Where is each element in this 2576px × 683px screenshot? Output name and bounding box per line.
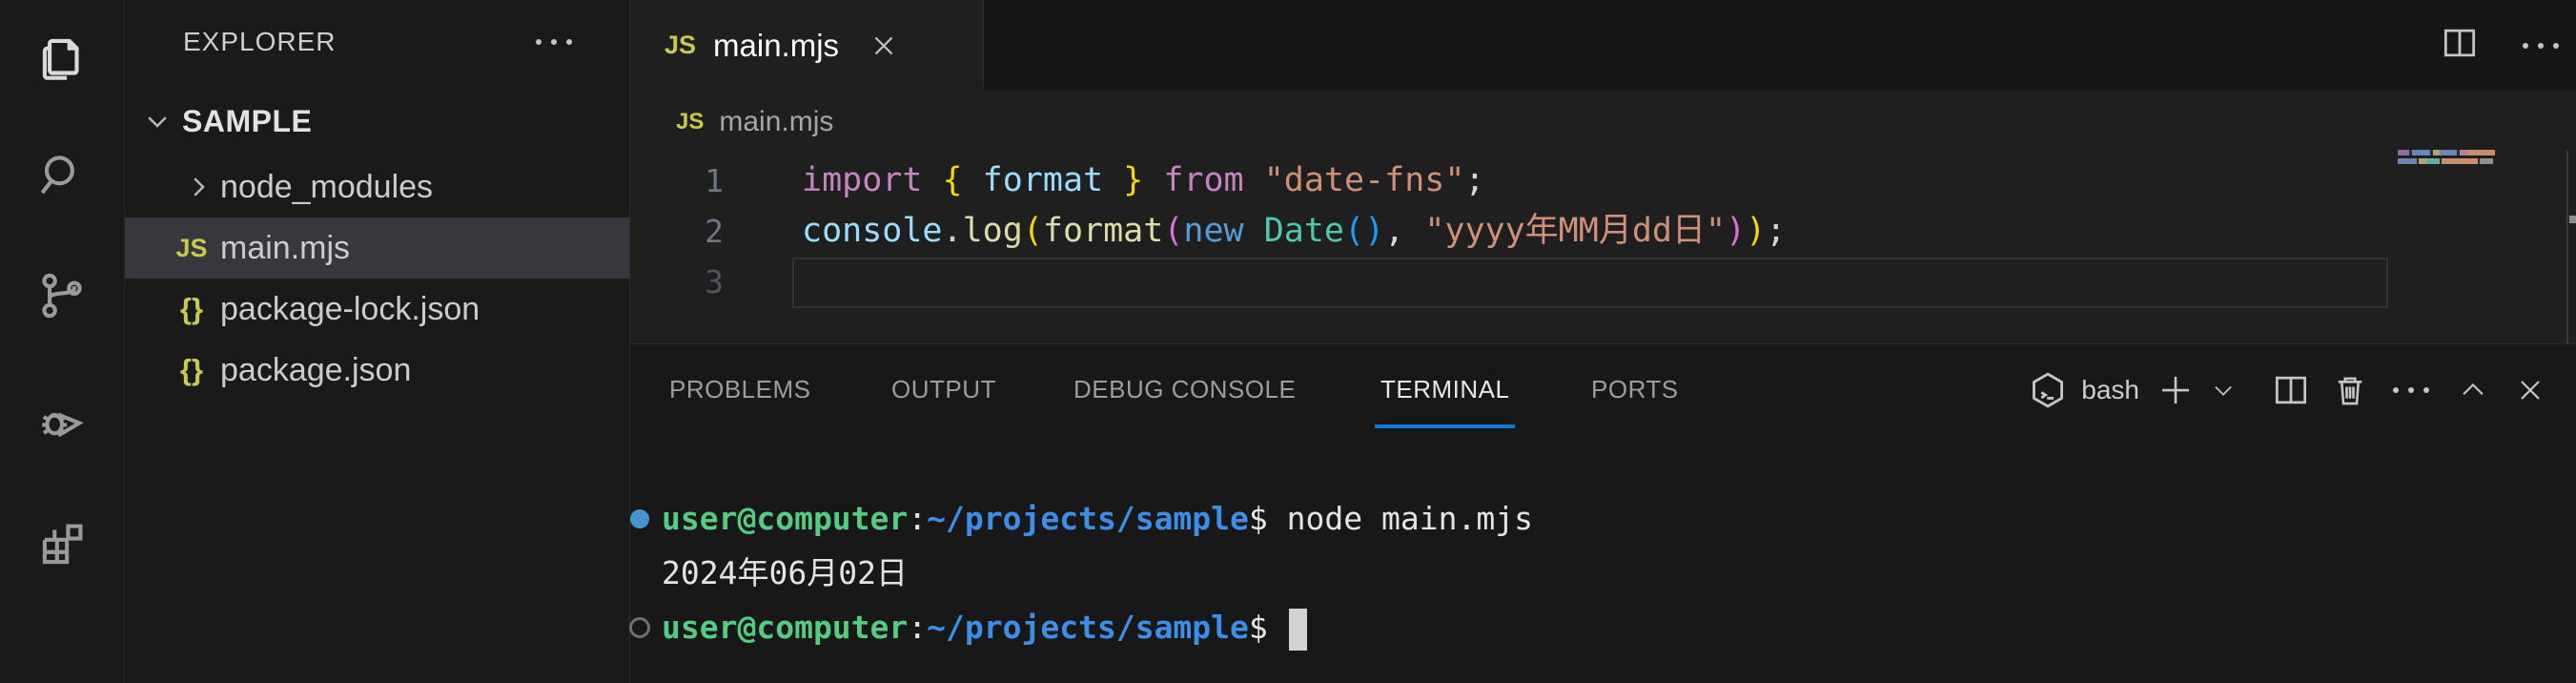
tree-item-label: package-lock.json	[220, 291, 480, 328]
shell-label: bash	[2081, 375, 2139, 405]
split-terminal-button[interactable]	[2261, 362, 2320, 419]
more-actions-icon	[536, 39, 572, 45]
tree-item-label: package.json	[220, 352, 411, 389]
editor-group: JS main.mjs JS main.mjs 1import {	[630, 0, 2576, 683]
json-file-icon: {}	[165, 292, 218, 326]
shell-badge[interactable]: bash	[2026, 362, 2139, 419]
js-file-icon: JS	[165, 234, 218, 263]
terminal-line: user@computer:~/projects/sample$ node ma…	[618, 491, 2576, 546]
close-icon	[2513, 373, 2547, 407]
extensions-icon	[32, 515, 92, 579]
terminal-line: user@computer:~/projects/sample$	[618, 600, 2576, 654]
tree-item-node_modules[interactable]: node_modules	[125, 156, 629, 217]
terminal-line: 2024年06月02日	[618, 546, 2576, 600]
panel-tab-terminal[interactable]: TERMINAL	[1380, 344, 1509, 435]
explorer-activity-button[interactable]	[0, 8, 124, 113]
panel-tab-ports[interactable]: PORTS	[1591, 344, 1679, 435]
sidebar-section-label: SAMPLE	[182, 104, 312, 139]
terminal-dropdown-button[interactable]	[2202, 362, 2244, 419]
terminal-cursor	[1289, 609, 1307, 651]
explorer-sidebar: EXPLORER SAMPLE node_modulesJSmain.mjs{}…	[125, 0, 630, 683]
chevron-up-icon	[2457, 374, 2489, 406]
explorer-more-actions-button[interactable]	[525, 13, 583, 71]
code-line-2[interactable]: 2 console.log(format(new Date(), "yyyy年MM…	[630, 206, 2576, 257]
terminal-toolbar: bash	[2026, 344, 2557, 435]
new-terminal-icon	[2156, 370, 2196, 410]
code-text: console.log(format(new Date(), "yyyy年MM月…	[802, 206, 1786, 257]
new-terminal-button[interactable]	[2149, 362, 2202, 419]
scrollbar-divider	[2566, 151, 2568, 343]
run-debug-activity-button[interactable]	[0, 370, 124, 475]
terminal-text: 2024年06月02日	[662, 546, 908, 600]
files-icon	[32, 29, 92, 93]
tree-item-package-lock.json[interactable]: {}package-lock.json	[125, 279, 629, 340]
search-icon	[32, 146, 92, 210]
tree-item-label: node_modules	[220, 169, 433, 206]
tree-item-label: main.mjs	[220, 230, 350, 267]
current-line-highlight	[792, 258, 2388, 308]
extensions-activity-button[interactable]	[0, 494, 124, 599]
panel-tab-problems[interactable]: PROBLEMS	[669, 344, 811, 435]
terminal-text: user@computer:~/projects/sample$	[662, 600, 1307, 654]
sidebar-title: EXPLORER	[183, 27, 337, 57]
json-file-icon: {}	[165, 353, 218, 387]
search-activity-button[interactable]	[0, 125, 124, 230]
line-number: 1	[630, 155, 724, 206]
command-pending-decoration-icon	[618, 617, 662, 638]
kill-terminal-button[interactable]	[2320, 362, 2380, 419]
vscode-window: EXPLORER SAMPLE node_modulesJSmain.mjs{}…	[0, 0, 2576, 683]
panel-tab-output[interactable]: OUTPUT	[891, 344, 996, 435]
bash-icon	[2026, 368, 2070, 412]
maximize-panel-button[interactable]	[2443, 362, 2504, 419]
minimap[interactable]	[2398, 148, 2503, 171]
panel-tab-debug-console[interactable]: DEBUG CONSOLE	[1073, 344, 1296, 435]
more-actions-icon	[2393, 387, 2429, 393]
tree-item-package.json[interactable]: {}package.json	[125, 340, 629, 401]
source-control-activity-button[interactable]	[0, 245, 124, 350]
bottom-panel: PROBLEMS OUTPUT DEBUG CONSOLE TERMINAL PORTS…	[630, 343, 2576, 683]
run-debug-icon	[32, 391, 92, 455]
chevron-down-icon	[140, 107, 174, 135]
tree-item-main.mjs[interactable]: JSmain.mjs	[125, 217, 629, 279]
trash-icon	[2330, 370, 2370, 410]
chevron-down-icon	[2210, 377, 2237, 404]
code-editor[interactable]: 1 import { format } from "date-fns"; 2 cons…	[630, 0, 2576, 343]
panel-more-actions-button[interactable]	[2380, 362, 2443, 419]
line-number: 2	[630, 206, 724, 257]
line-number: 3	[630, 257, 724, 307]
terminal-text: user@computer:~/projects/sample$ node ma…	[662, 491, 1533, 546]
code-line-3[interactable]: 3	[630, 257, 2576, 307]
activity-bar	[0, 0, 125, 683]
code-text: import { format } from "date-fns";	[802, 155, 1485, 206]
command-success-decoration-icon	[618, 509, 662, 528]
sidebar-section-sample[interactable]: SAMPLE	[125, 92, 629, 151]
split-terminal-icon	[2270, 369, 2312, 411]
code-line-1[interactable]: 1 import { format } from "date-fns";	[630, 155, 2576, 206]
source-control-icon	[32, 266, 92, 330]
overview-ruler-marker	[2569, 216, 2576, 223]
close-panel-button[interactable]	[2504, 362, 2557, 419]
chevron-right-icon	[178, 173, 218, 201]
